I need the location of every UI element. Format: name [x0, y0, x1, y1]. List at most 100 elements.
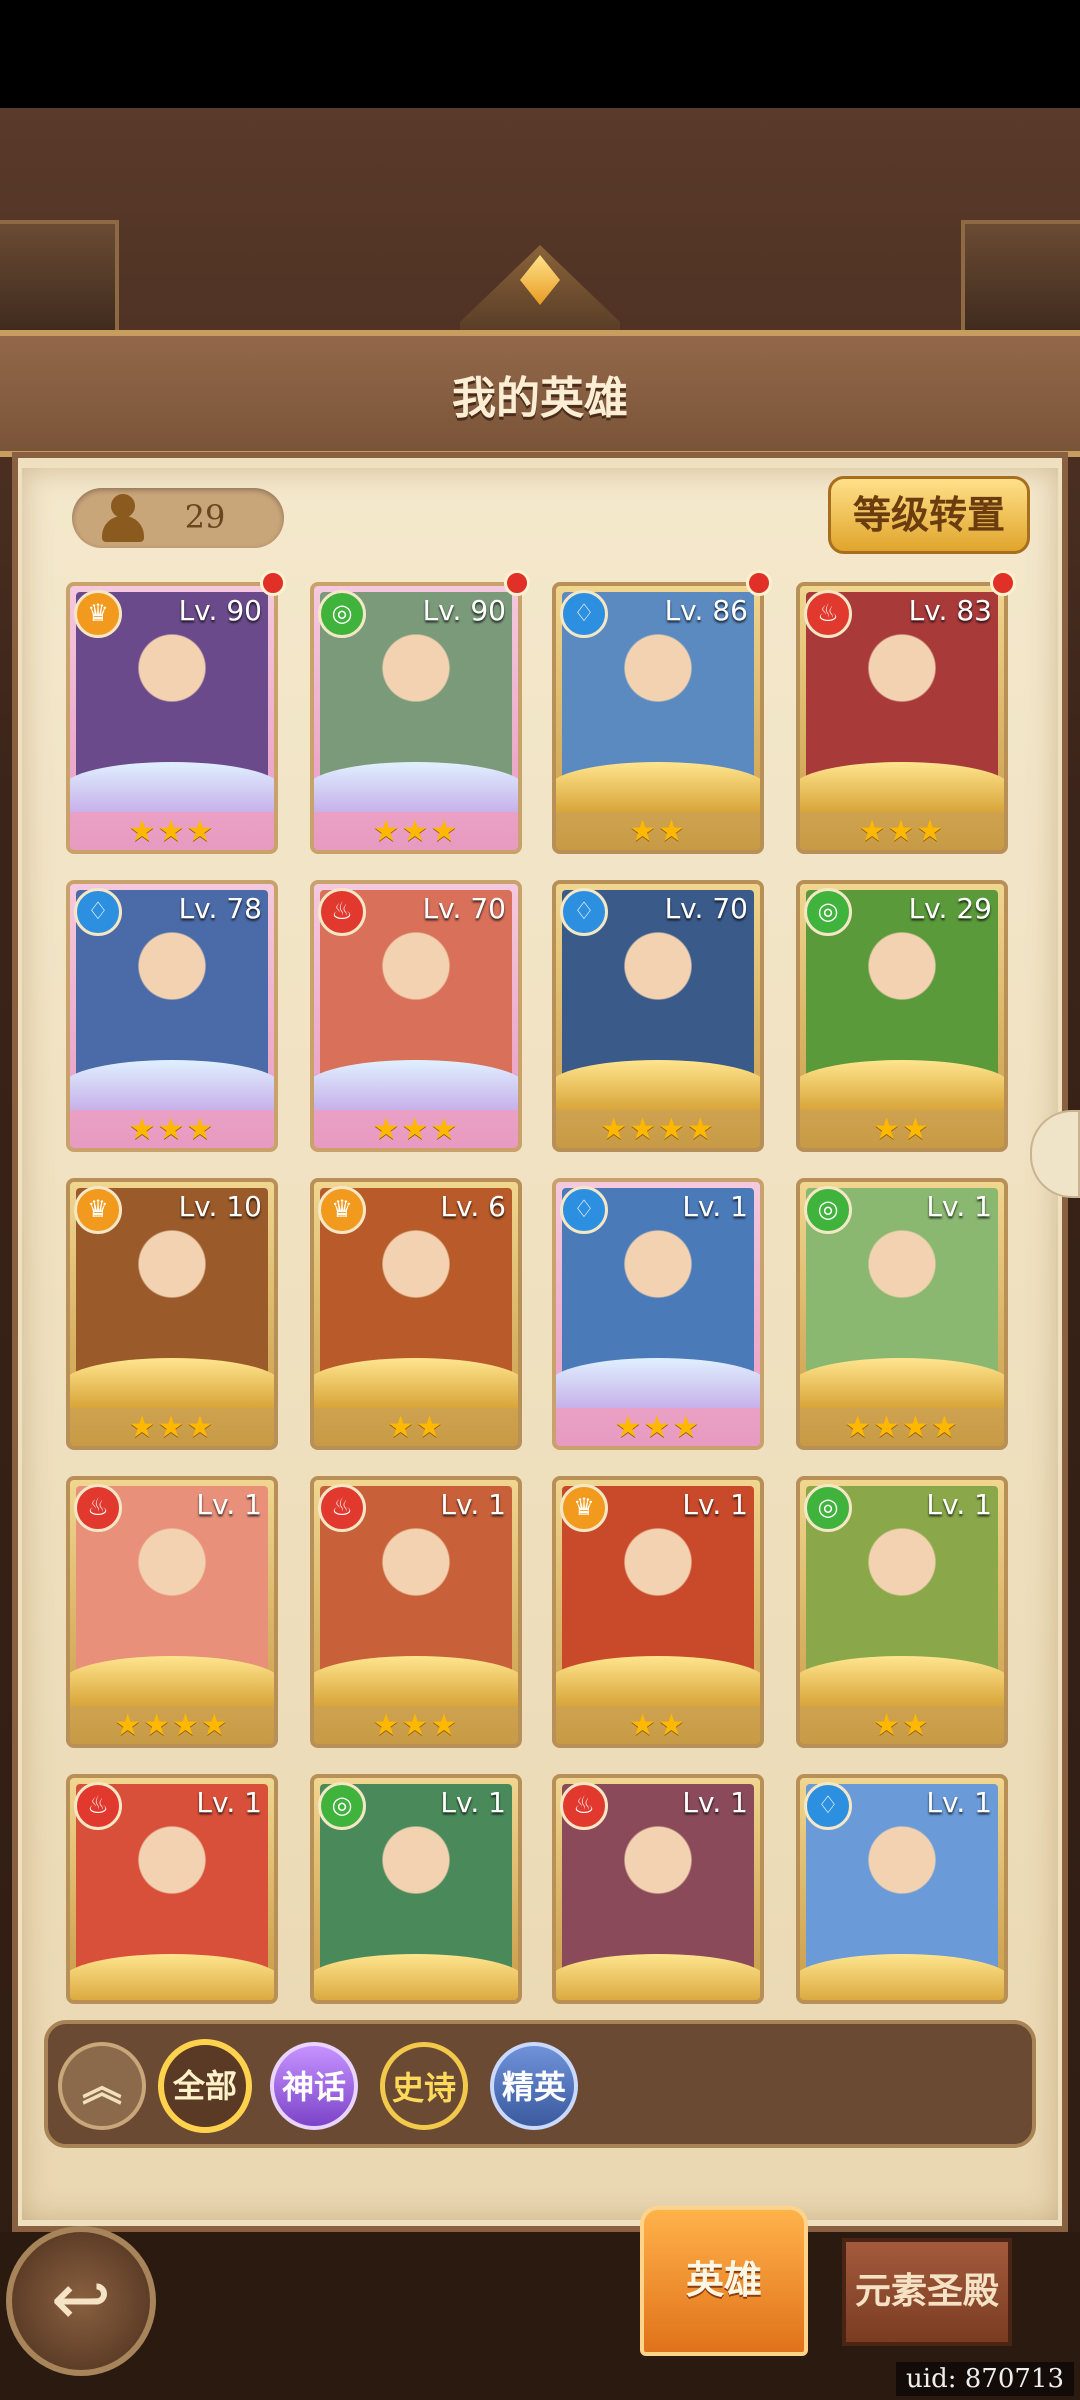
- hero-level: Lv. 1: [196, 1488, 262, 1521]
- hero-card[interactable]: ◎ Lv. 29 ★★: [796, 880, 1008, 1152]
- rank-ribbon: [314, 1656, 518, 1706]
- hero-card[interactable]: ♢ Lv. 1 ★★★: [552, 1178, 764, 1450]
- rank-ribbon: [556, 1954, 760, 2000]
- status-bar: [0, 0, 1080, 108]
- hero-card[interactable]: ♨ Lv. 1: [552, 1774, 764, 2004]
- hero-level: Lv. 70: [422, 892, 506, 925]
- rank-ribbon: [314, 1954, 518, 2000]
- drop-icon: ♢: [560, 590, 608, 638]
- flame-icon: ♨: [318, 888, 366, 936]
- rank-ribbon: [800, 1954, 1004, 2000]
- hero-level: Lv. 1: [682, 1190, 748, 1223]
- hero-card[interactable]: ♨ Lv. 70 ★★★: [310, 880, 522, 1152]
- drop-icon: ♢: [560, 888, 608, 936]
- hero-level: Lv. 90: [422, 594, 506, 627]
- rank-ribbon: [556, 1358, 760, 1408]
- hero-card[interactable]: ◎ Lv. 90 ★★★: [310, 582, 522, 854]
- hero-level: Lv. 78: [178, 892, 262, 925]
- hero-card[interactable]: ♨ Lv. 1 ★★★: [310, 1476, 522, 1748]
- rank-ribbon: [800, 1358, 1004, 1408]
- hero-card[interactable]: ♛ Lv. 90 ★★★: [66, 582, 278, 854]
- collapse-chevron-icon[interactable]: ︽: [58, 2042, 146, 2130]
- swirl-icon: ◎: [804, 888, 852, 936]
- star-rating: ★★★: [372, 814, 460, 849]
- tab-element-temple[interactable]: 元素圣殿: [842, 2238, 1012, 2346]
- flame-icon: ♨: [74, 1484, 122, 1532]
- rank-ribbon: [70, 762, 274, 812]
- hero-level: Lv. 90: [178, 594, 262, 627]
- hero-level: Lv. 1: [926, 1786, 992, 1819]
- crown-icon: ♛: [74, 1186, 122, 1234]
- right-pillar-decoration: [961, 220, 1080, 338]
- flame-icon: ♨: [74, 1782, 122, 1830]
- star-rating: ★★★: [128, 814, 216, 849]
- hero-level: Lv. 1: [196, 1786, 262, 1819]
- hero-level: Lv. 1: [440, 1786, 506, 1819]
- hero-level: Lv. 1: [682, 1488, 748, 1521]
- rank-ribbon: [314, 1358, 518, 1408]
- rank-ribbon: [556, 1060, 760, 1110]
- hero-level: Lv. 10: [178, 1190, 262, 1223]
- hero-card[interactable]: ♛ Lv. 10 ★★★: [66, 1178, 278, 1450]
- swirl-icon: ◎: [804, 1186, 852, 1234]
- filter-elite-button[interactable]: 精英: [490, 2042, 578, 2130]
- swirl-icon: ◎: [318, 1782, 366, 1830]
- hero-level: Lv. 1: [682, 1786, 748, 1819]
- notification-dot: [260, 570, 286, 596]
- drop-icon: ♢: [804, 1782, 852, 1830]
- drop-icon: ♢: [560, 1186, 608, 1234]
- tab-heroes[interactable]: 英雄: [640, 2206, 808, 2356]
- left-pillar-decoration: [0, 220, 119, 338]
- filter-myth-button[interactable]: 神话: [270, 2042, 358, 2130]
- hero-level: Lv. 70: [664, 892, 748, 925]
- swirl-icon: ◎: [318, 590, 366, 638]
- flame-icon: ♨: [560, 1782, 608, 1830]
- back-arrow-button[interactable]: ↩: [6, 2226, 156, 2376]
- hero-level: Lv. 1: [926, 1488, 992, 1521]
- rank-ribbon: [800, 1060, 1004, 1110]
- hero-card[interactable]: ♛ Lv. 1 ★★: [552, 1476, 764, 1748]
- hero-card[interactable]: ♨ Lv. 1 ★★★★: [66, 1476, 278, 1748]
- star-rating: ★★★★: [114, 1708, 230, 1743]
- star-rating: ★★★: [372, 1112, 460, 1147]
- star-rating: ★★★: [858, 814, 946, 849]
- hero-card[interactable]: ♢ Lv. 70 ★★★★: [552, 880, 764, 1152]
- hero-card[interactable]: ◎ Lv. 1 ★★★★: [796, 1178, 1008, 1450]
- hero-card[interactable]: ♢ Lv. 78 ★★★: [66, 880, 278, 1152]
- notification-dot: [746, 570, 772, 596]
- flame-icon: ♨: [318, 1484, 366, 1532]
- rank-ribbon: [70, 1358, 274, 1408]
- star-rating: ★★★: [614, 1410, 702, 1445]
- notification-dot: [990, 570, 1016, 596]
- rank-ribbon: [314, 762, 518, 812]
- level-transfer-button[interactable]: 等级转置: [828, 476, 1030, 554]
- star-rating: ★★★: [128, 1410, 216, 1445]
- star-rating: ★★: [873, 1112, 931, 1147]
- star-rating: ★★★: [128, 1112, 216, 1147]
- hero-card[interactable]: ♢ Lv. 1: [796, 1774, 1008, 2004]
- flame-icon: ♨: [804, 590, 852, 638]
- star-rating: ★★: [629, 1708, 687, 1743]
- hero-level: Lv. 1: [440, 1488, 506, 1521]
- hero-level: Lv. 6: [440, 1190, 506, 1223]
- hero-level: Lv. 86: [664, 594, 748, 627]
- hero-card[interactable]: ♢ Lv. 86 ★★: [552, 582, 764, 854]
- hero-card[interactable]: ♛ Lv. 6 ★★: [310, 1178, 522, 1450]
- hero-card[interactable]: ♨ Lv. 83 ★★★: [796, 582, 1008, 854]
- hero-card[interactable]: ◎ Lv. 1 ★★: [796, 1476, 1008, 1748]
- hero-level: Lv. 83: [908, 594, 992, 627]
- hero-card[interactable]: ◎ Lv. 1: [310, 1774, 522, 2004]
- crown-icon: ♛: [560, 1484, 608, 1532]
- person-icon: [100, 494, 146, 542]
- rank-ribbon: [70, 1656, 274, 1706]
- hero-level: Lv. 1: [926, 1190, 992, 1223]
- star-rating: ★★: [387, 1410, 445, 1445]
- user-id-label: uid: 870713: [896, 2362, 1074, 2396]
- drop-icon: ♢: [74, 888, 122, 936]
- rank-ribbon: [556, 1656, 760, 1706]
- rank-ribbon: [314, 1060, 518, 1110]
- filter-epic-button[interactable]: 史诗: [380, 2042, 468, 2130]
- hero-card[interactable]: ♨ Lv. 1: [66, 1774, 278, 2004]
- swirl-icon: ◎: [804, 1484, 852, 1532]
- filter-all-button[interactable]: 全部: [158, 2039, 252, 2133]
